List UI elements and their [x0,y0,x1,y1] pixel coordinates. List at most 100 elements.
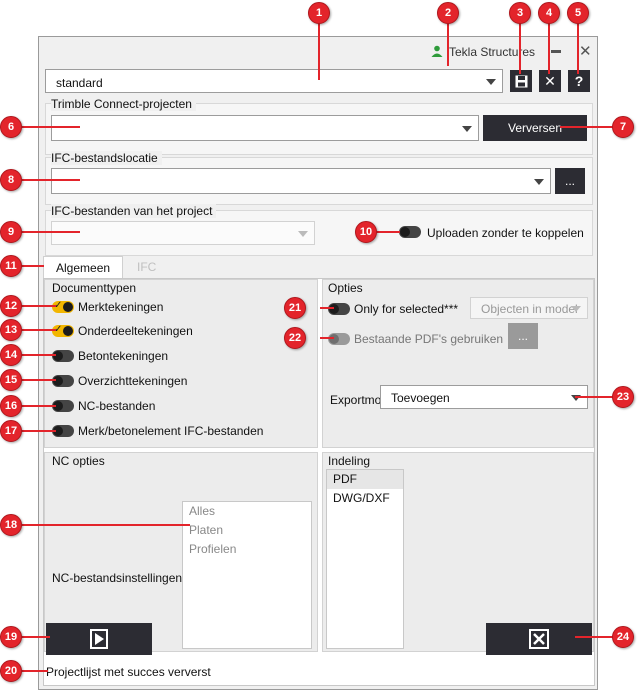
nc-settings-list[interactable]: Alles Platen Profielen [182,501,312,649]
trimble-project-dropdown[interactable] [51,115,479,141]
marker-5: 5 [567,2,589,24]
user-icon [431,45,443,57]
refresh-button[interactable]: Verversen [483,115,587,141]
status-text: Projectlijst met succes ververst [46,665,211,679]
marker-19: 19 [0,626,22,648]
marker-10: 10 [355,221,377,243]
tab-ifc[interactable]: IFC [125,256,168,278]
callout-line-4 [548,22,550,74]
marker-23: 23 [612,386,634,408]
run-button[interactable] [46,623,152,655]
callout-line-22 [320,337,334,339]
play-icon [90,629,108,649]
callout-line-8 [20,179,80,181]
callout-line-13 [20,329,56,331]
callout-line-11 [20,265,44,267]
upload-without-linking-toggle[interactable] [399,226,421,238]
callout-line-2 [447,22,449,66]
callout-line-20 [20,670,48,672]
label-merktekeningen: Merktekeningen [78,300,164,314]
marker-24: 24 [612,626,634,648]
export-mode-dropdown[interactable]: Toevoegen [380,385,588,409]
objects-dropdown[interactable]: Objecten in model [470,297,588,319]
callout-line-16 [20,405,56,407]
tab-content: Documenttypen ✓ Merktekeningen ✓ Onderde… [43,278,595,686]
cancel-button[interactable] [486,623,592,655]
label-nc-bestanden: NC-bestanden [78,399,156,413]
window-title: Tekla Structures [449,45,536,59]
callout-line-15 [20,379,56,381]
list-item[interactable]: DWG/DXF [327,489,403,508]
layout-title: Indeling [328,454,371,468]
marker-15: 15 [0,369,22,391]
export-mode-value: Toevoegen [391,391,450,405]
tab-algemeen[interactable]: Algemeen [43,256,124,278]
project-ifc-label: IFC-bestanden van het project [51,204,217,218]
dialog-window: Tekla Structures ✕ standard ✕ ? Trimble … [38,36,598,690]
nc-settings-label: NC-bestandsinstellingen [52,571,183,585]
only-selected-label: Only for selected*** [354,302,459,316]
project-ifc-dropdown[interactable] [51,221,315,245]
window-close-icon[interactable]: ✕ [579,42,592,60]
objects-value: Objecten in model [481,302,578,316]
marker-9: 9 [0,221,22,243]
options-title: Opties [328,281,363,295]
marker-1: 1 [308,2,330,24]
marker-2: 2 [437,2,459,24]
existing-pdf-browse-button[interactable]: ... [508,323,538,349]
marker-11: 11 [0,255,22,277]
callout-line-6 [20,126,80,128]
toggle-overzichttekeningen[interactable] [52,375,74,387]
document-types-title: Documenttypen [52,281,137,295]
nc-options-title: NC opties [52,454,105,468]
close-icon: ✕ [544,72,556,89]
chevron-down-icon [571,306,581,312]
callout-line-17 [20,430,56,432]
chevron-down-icon [462,126,472,132]
toggle-betontekeningen[interactable] [52,350,74,362]
save-button[interactable] [510,70,532,92]
marker-6: 6 [0,116,22,138]
chevron-down-icon [534,179,544,185]
list-item[interactable]: Profielen [183,540,311,559]
marker-14: 14 [0,344,22,366]
list-item[interactable]: Alles [183,502,311,521]
marker-20: 20 [0,660,22,682]
help-button[interactable]: ? [568,70,590,92]
callout-line-19 [20,636,50,638]
settings-value: standard [56,76,103,90]
marker-17: 17 [0,420,22,442]
minimize-icon[interactable] [551,50,561,53]
settings-dropdown[interactable]: standard [45,69,503,93]
ifc-location-browse-button[interactable]: ... [555,168,585,194]
label-overzichttekeningen: Overzichttekeningen [78,374,188,388]
chevron-down-icon [486,79,496,85]
label-betontekeningen: Betontekeningen [78,349,169,363]
layout-list[interactable]: PDF DWG/DXF [326,469,404,649]
toggle-merktekeningen[interactable]: ✓ [52,300,74,313]
list-item[interactable]: Platen [183,521,311,540]
callout-line-1 [318,22,320,80]
upload-without-linking-label: Uploaden zonder te koppelen [427,226,584,240]
existing-pdf-toggle[interactable] [328,333,350,345]
marker-8: 8 [0,169,22,191]
ifc-location-dropdown[interactable] [51,168,551,194]
save-icon [515,75,527,87]
chevron-down-icon [298,231,308,237]
existing-pdf-label: Bestaande PDF's gebruiken [354,332,504,346]
list-item[interactable]: PDF [327,470,403,489]
cancel-icon [529,629,549,649]
toggle-onderdeeltekeningen[interactable]: ✓ [52,324,74,337]
marker-12: 12 [0,295,22,317]
callout-line-18 [20,524,190,526]
marker-22: 22 [284,327,306,349]
marker-18: 18 [0,514,22,536]
marker-3: 3 [509,2,531,24]
callout-line-10 [376,231,400,233]
only-selected-toggle[interactable] [328,303,350,315]
callout-line-12 [20,305,56,307]
marker-16: 16 [0,395,22,417]
close-settings-button[interactable]: ✕ [539,70,561,92]
callout-line-9 [20,231,80,233]
callout-line-5 [577,22,579,74]
